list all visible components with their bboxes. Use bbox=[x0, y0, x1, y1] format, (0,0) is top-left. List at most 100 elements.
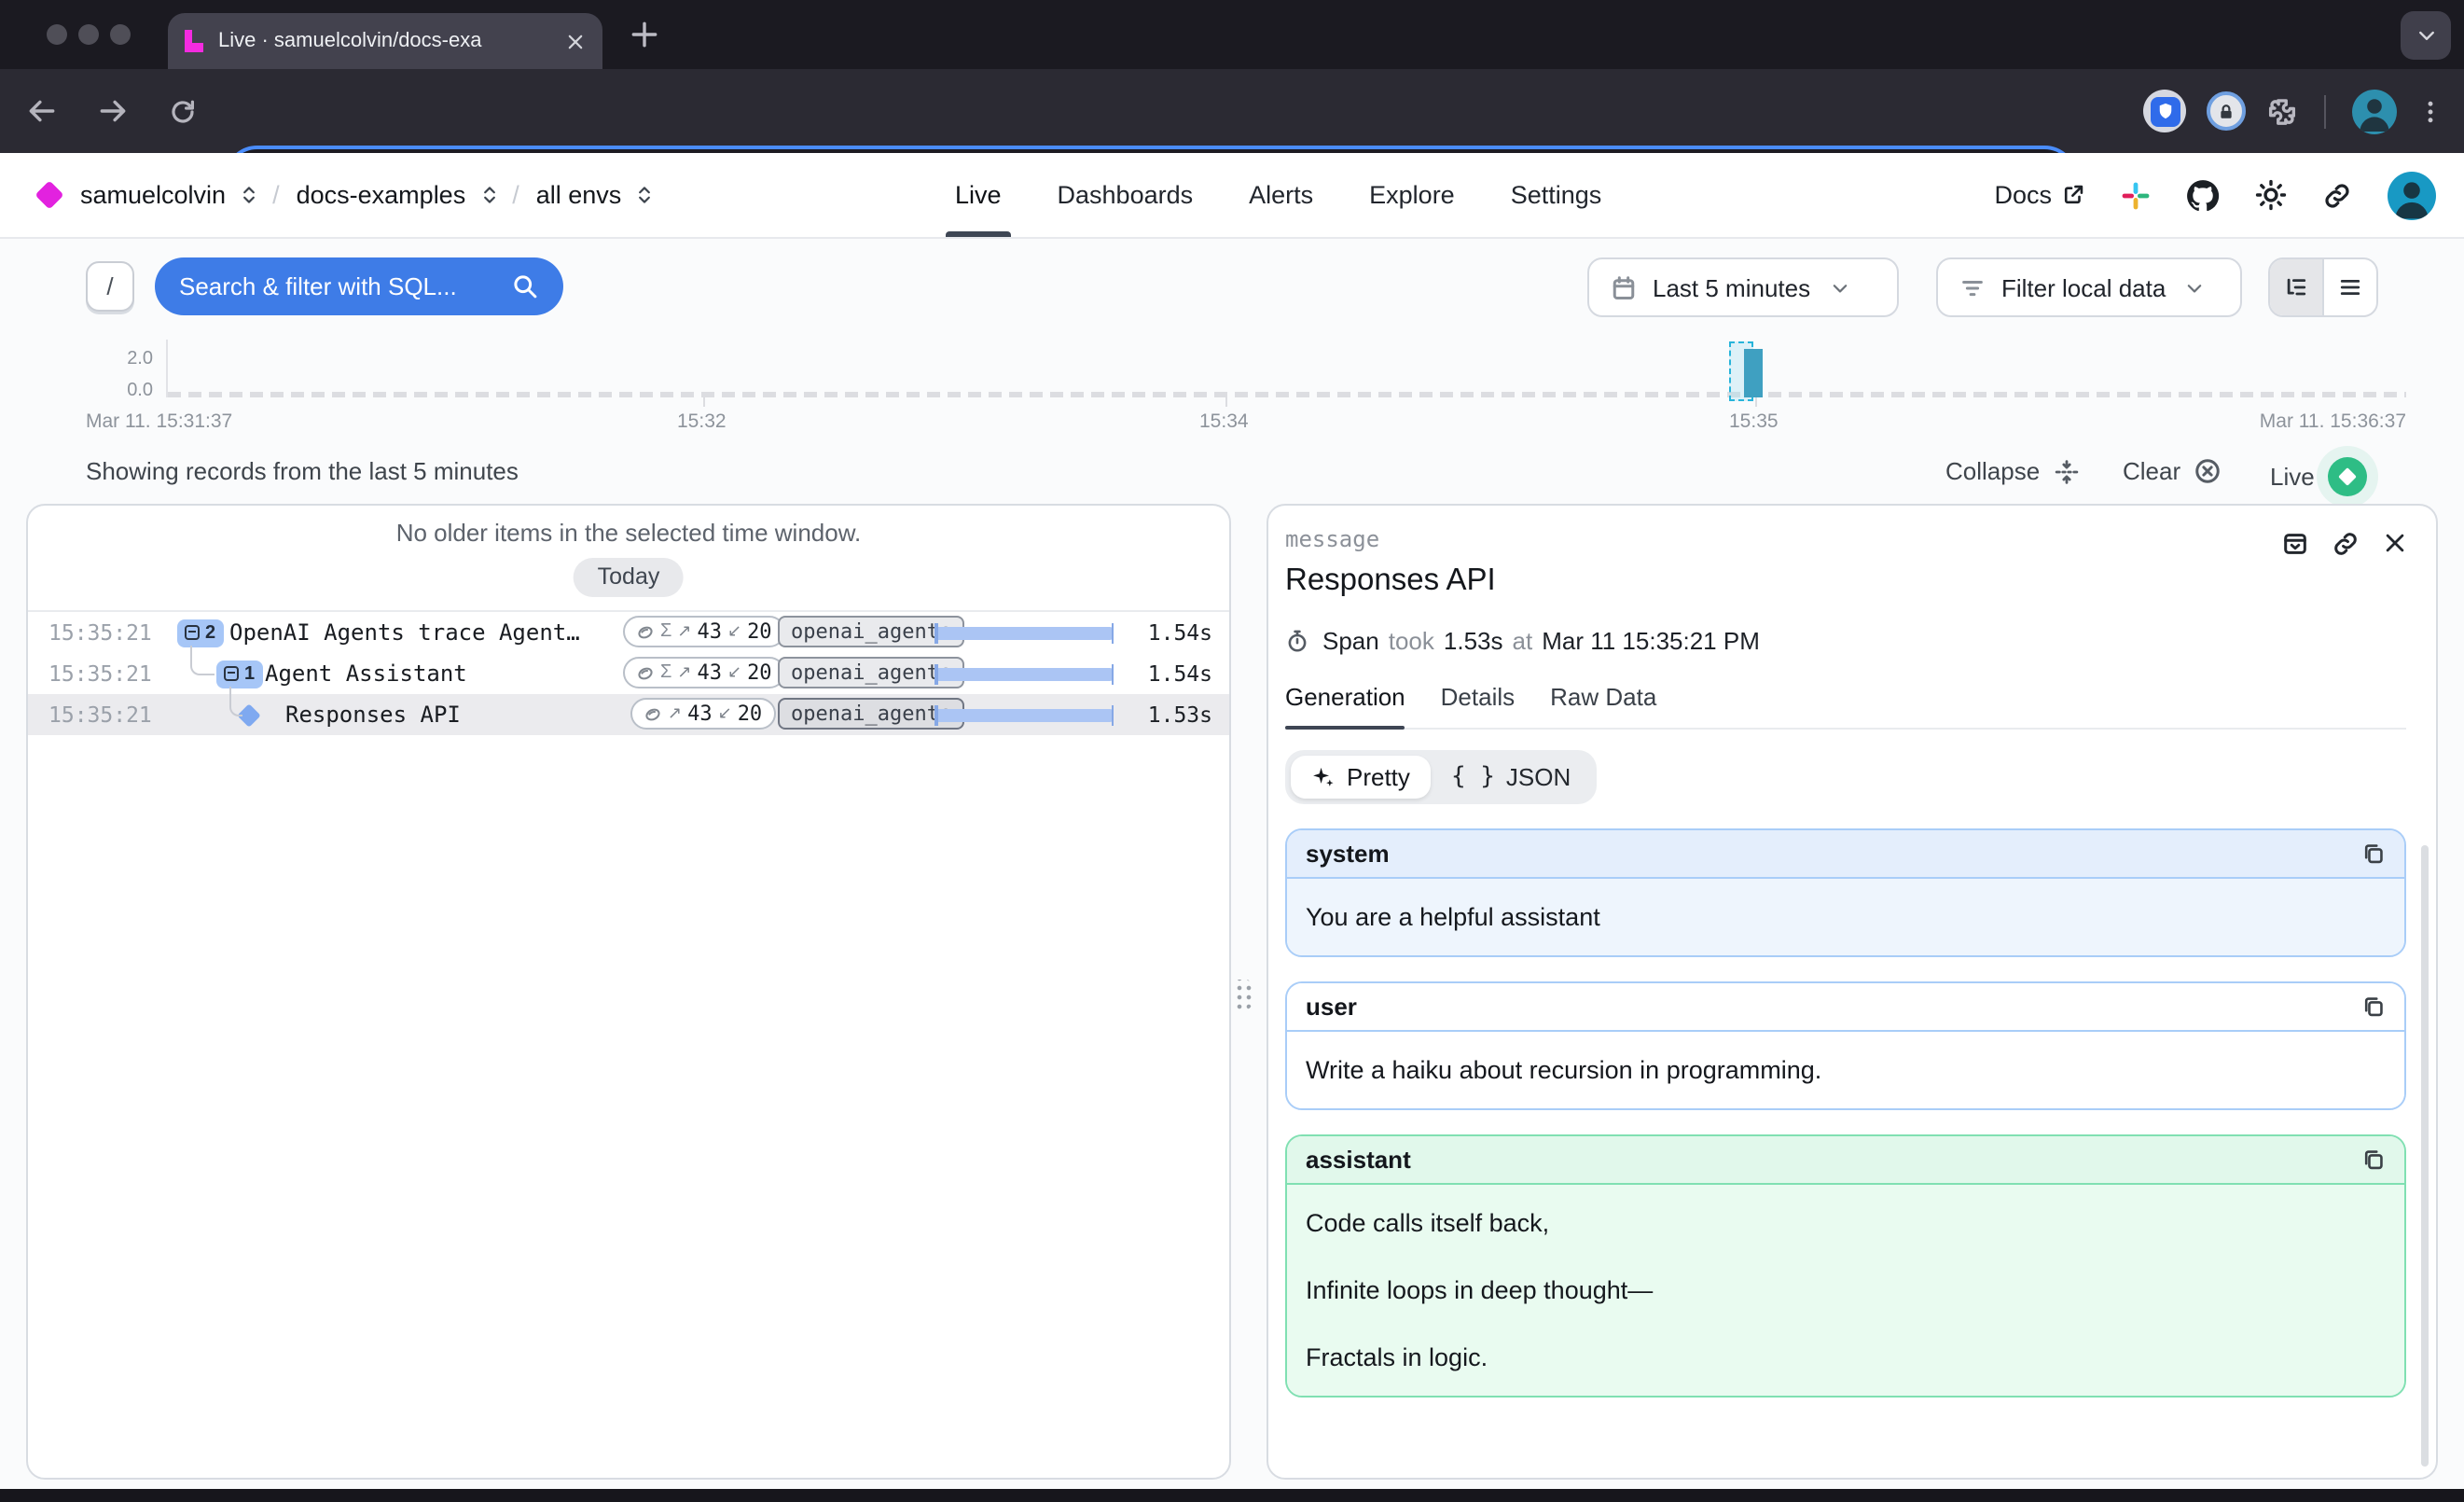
browser-tab[interactable]: Live · samuelcolvin/docs-exa bbox=[168, 13, 602, 69]
token-count-pill: Σ ↗ 43 ↙ 20 bbox=[623, 657, 785, 688]
tokens-in-arrow-icon: ↗ bbox=[677, 622, 691, 641]
sparkle-icon bbox=[1311, 765, 1336, 789]
x-label-1532: 15:32 bbox=[677, 410, 727, 433]
collapse-badge[interactable]: 2 bbox=[177, 619, 223, 647]
time-range-dropdown[interactable]: Last 5 minutes bbox=[1587, 257, 1899, 317]
records-timeline-chart: 2.0 0.0 Mar 11. 15:31:37 15:32 15:34 15:… bbox=[0, 334, 2464, 448]
message-card-user: user Write a haiku about recursion in pr… bbox=[1285, 981, 2406, 1110]
tokens-in-arrow-icon: ↗ bbox=[677, 663, 691, 682]
x-label-1534: 15:34 bbox=[1199, 410, 1249, 433]
search-filter-button[interactable]: Search & filter with SQL... bbox=[155, 257, 563, 315]
env-selector[interactable]: all envs bbox=[536, 181, 622, 209]
github-icon[interactable] bbox=[2186, 178, 2220, 212]
table-row-trace-selected[interactable]: 15:35:21 Responses API ↗ 43 ↙ 20 openai_… bbox=[28, 694, 1229, 735]
zoom-window-button[interactable] bbox=[110, 24, 131, 45]
logfire-favicon bbox=[185, 30, 203, 52]
filter-local-data-dropdown[interactable]: Filter local data bbox=[1936, 257, 2242, 317]
table-row-trace[interactable]: 15:35:21 2 OpenAI Agents trace Agent… Σ … bbox=[28, 612, 1229, 653]
live-label: Live bbox=[2270, 463, 2315, 491]
list-view-button[interactable] bbox=[2322, 259, 2376, 315]
x-axis-baseline bbox=[168, 392, 2406, 397]
window-bottom-edge bbox=[0, 1489, 2464, 1502]
y-axis-line bbox=[166, 340, 168, 397]
role-label: system bbox=[1306, 840, 1390, 868]
x-tick-mark bbox=[1225, 397, 1227, 407]
timeline-bar[interactable] bbox=[1744, 349, 1763, 397]
copy-link-icon[interactable] bbox=[2332, 530, 2360, 558]
close-window-button[interactable] bbox=[47, 24, 67, 45]
copy-icon[interactable] bbox=[2361, 841, 2386, 866]
row-timestamp: 15:35:21 bbox=[48, 619, 152, 646]
tab-explore[interactable]: Explore bbox=[1369, 153, 1455, 237]
back-button[interactable] bbox=[26, 95, 58, 127]
calendar-icon bbox=[1610, 273, 1638, 301]
tab-alerts[interactable]: Alerts bbox=[1249, 153, 1313, 237]
minimize-window-button[interactable] bbox=[78, 24, 99, 45]
extensions-puzzle-icon[interactable] bbox=[2266, 95, 2298, 127]
slack-icon[interactable] bbox=[2121, 180, 2151, 210]
json-toggle-button[interactable]: { } JSON bbox=[1431, 756, 1591, 799]
tree-view-button[interactable] bbox=[2270, 259, 2322, 315]
span-diamond-icon bbox=[237, 703, 260, 727]
archive-span-icon[interactable] bbox=[2281, 530, 2309, 558]
docs-label: Docs bbox=[1994, 181, 2052, 209]
today-chip[interactable]: Today bbox=[574, 558, 685, 597]
org-selector[interactable]: samuelcolvin bbox=[80, 181, 226, 209]
tab-details[interactable]: Details bbox=[1441, 683, 1516, 728]
project-selector[interactable]: docs-examples bbox=[297, 181, 466, 209]
token-coin-icon bbox=[636, 622, 655, 641]
duration-bar bbox=[934, 667, 1114, 680]
tab-live[interactable]: Live bbox=[955, 153, 1002, 237]
live-toggle[interactable]: Live bbox=[2270, 457, 2367, 496]
tab-list-button[interactable] bbox=[2401, 11, 2451, 60]
copy-icon[interactable] bbox=[2361, 1147, 2386, 1172]
browser-menu-icon[interactable] bbox=[2417, 98, 2443, 124]
pretty-toggle-button[interactable]: Pretty bbox=[1291, 756, 1431, 799]
table-row-trace[interactable]: 15:35:21 1 Agent Assistant Σ ↗ 43 ↙ 20 o… bbox=[28, 653, 1229, 694]
env-selector-chevrons-icon[interactable] bbox=[638, 185, 651, 205]
search-label: Search & filter with SQL... bbox=[179, 272, 511, 300]
panel-resize-handle[interactable] bbox=[1233, 980, 1252, 1009]
message-content: Code calls itself back, Infinite loops i… bbox=[1287, 1185, 2404, 1396]
tab-generation[interactable]: Generation bbox=[1285, 683, 1405, 728]
tab-settings[interactable]: Settings bbox=[1511, 153, 1602, 237]
tab-raw-data[interactable]: Raw Data bbox=[1550, 683, 1656, 728]
reload-button[interactable] bbox=[168, 96, 198, 126]
tokens-out: 20 bbox=[747, 619, 772, 644]
close-panel-icon[interactable] bbox=[2382, 530, 2408, 558]
user-avatar[interactable] bbox=[2388, 171, 2436, 219]
browser-tab-bar: Live · samuelcolvin/docs-exa bbox=[0, 0, 2464, 69]
password-manager-extension-icon[interactable] bbox=[2207, 91, 2246, 131]
breadcrumb-separator: / bbox=[512, 181, 519, 209]
bitwarden-extension-icon[interactable] bbox=[2143, 90, 2186, 132]
x-tick-mark bbox=[1755, 397, 1757, 407]
forward-button[interactable] bbox=[97, 95, 129, 127]
tab-close-icon[interactable] bbox=[565, 31, 586, 51]
project-selector-chevrons-icon[interactable] bbox=[482, 185, 495, 205]
duration-label: 1.54s bbox=[1148, 661, 1212, 687]
panel-scrollbar[interactable] bbox=[2421, 845, 2429, 1467]
browser-profile-avatar[interactable] bbox=[2352, 89, 2397, 133]
collapse-badge[interactable]: 1 bbox=[216, 660, 262, 688]
filter-lines-icon bbox=[1959, 273, 1986, 301]
main-nav: Live Dashboards Alerts Explore Settings bbox=[955, 153, 1601, 237]
minus-box-icon bbox=[224, 666, 239, 681]
docs-link[interactable]: Docs bbox=[1994, 181, 2085, 209]
meta-span-word: Span bbox=[1322, 627, 1379, 655]
collapse-button[interactable]: Collapse bbox=[1945, 457, 2079, 485]
live-indicator-icon bbox=[2328, 457, 2367, 496]
tokens-out-arrow-icon: ↙ bbox=[727, 663, 741, 682]
copy-icon[interactable] bbox=[2361, 994, 2386, 1019]
org-selector-chevrons-icon[interactable] bbox=[242, 185, 256, 205]
new-tab-button[interactable] bbox=[629, 19, 660, 50]
tokens-out: 20 bbox=[738, 702, 763, 726]
slash-shortcut-key[interactable]: / bbox=[86, 261, 134, 312]
span-name: Responses API bbox=[285, 702, 461, 728]
external-link-icon bbox=[2061, 183, 2085, 207]
share-link-icon[interactable] bbox=[2322, 180, 2352, 210]
sigma-total-icon: Σ bbox=[660, 662, 671, 683]
tab-dashboards[interactable]: Dashboards bbox=[1058, 153, 1194, 237]
clear-button[interactable]: Clear bbox=[2123, 457, 2222, 485]
meta-at-word: at bbox=[1513, 627, 1533, 655]
theme-sun-icon[interactable] bbox=[2255, 179, 2287, 211]
